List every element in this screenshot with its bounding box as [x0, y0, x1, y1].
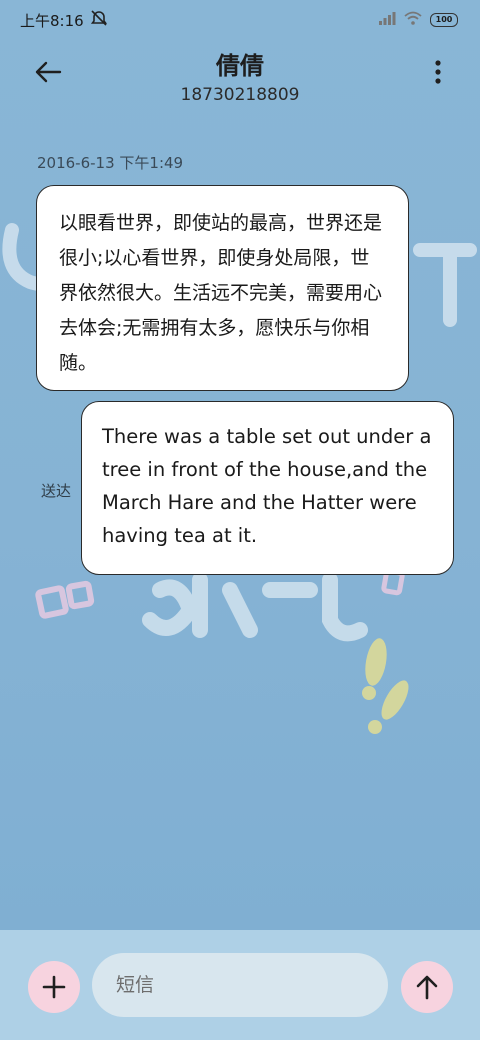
- more-options-button[interactable]: [426, 54, 450, 90]
- send-button[interactable]: [401, 961, 453, 1013]
- incoming-message-bubble[interactable]: 以眼看世界，即使站的最高，世界还是很小;以心看世界，即使身处局限，世界依然很大。…: [36, 185, 409, 391]
- message-input[interactable]: [92, 953, 388, 1017]
- delivery-status: 送达: [41, 482, 72, 500]
- arrow-up-icon: [416, 975, 438, 1000]
- status-bar: 上午8:16 100: [0, 0, 480, 40]
- conversation-header: 倩倩 18730218809: [0, 48, 480, 112]
- incoming-message-text: 以眼看世界，即使站的最高，世界还是很小;以心看世界，即使身处局限，世界依然很大。…: [59, 212, 383, 374]
- contact-name: 倩倩: [216, 52, 264, 80]
- status-left: 上午8:16: [20, 9, 108, 31]
- contact-title: 倩倩 18730218809: [0, 48, 480, 106]
- outgoing-message-bubble[interactable]: There was a table set out under a tree i…: [81, 401, 454, 575]
- status-time: 上午8:16: [20, 11, 84, 30]
- signal-icon: [378, 11, 396, 29]
- contact-number: 18730218809: [180, 85, 300, 105]
- back-button[interactable]: [30, 54, 66, 90]
- battery-level: 100: [435, 15, 453, 24]
- more-vertical-icon: [435, 60, 441, 84]
- battery-icon: 100: [430, 13, 458, 27]
- message-timestamp: 2016-6-13 下午1:49: [37, 154, 184, 172]
- status-right: 100: [378, 11, 458, 29]
- message-composer: [0, 930, 480, 1040]
- plus-icon: [42, 975, 66, 999]
- outgoing-message-text: There was a table set out under a tree i…: [102, 425, 432, 547]
- alarm-off-icon: [90, 9, 108, 31]
- wifi-icon: [404, 11, 422, 29]
- add-attachment-button[interactable]: [28, 961, 80, 1013]
- arrow-left-icon: [35, 61, 62, 83]
